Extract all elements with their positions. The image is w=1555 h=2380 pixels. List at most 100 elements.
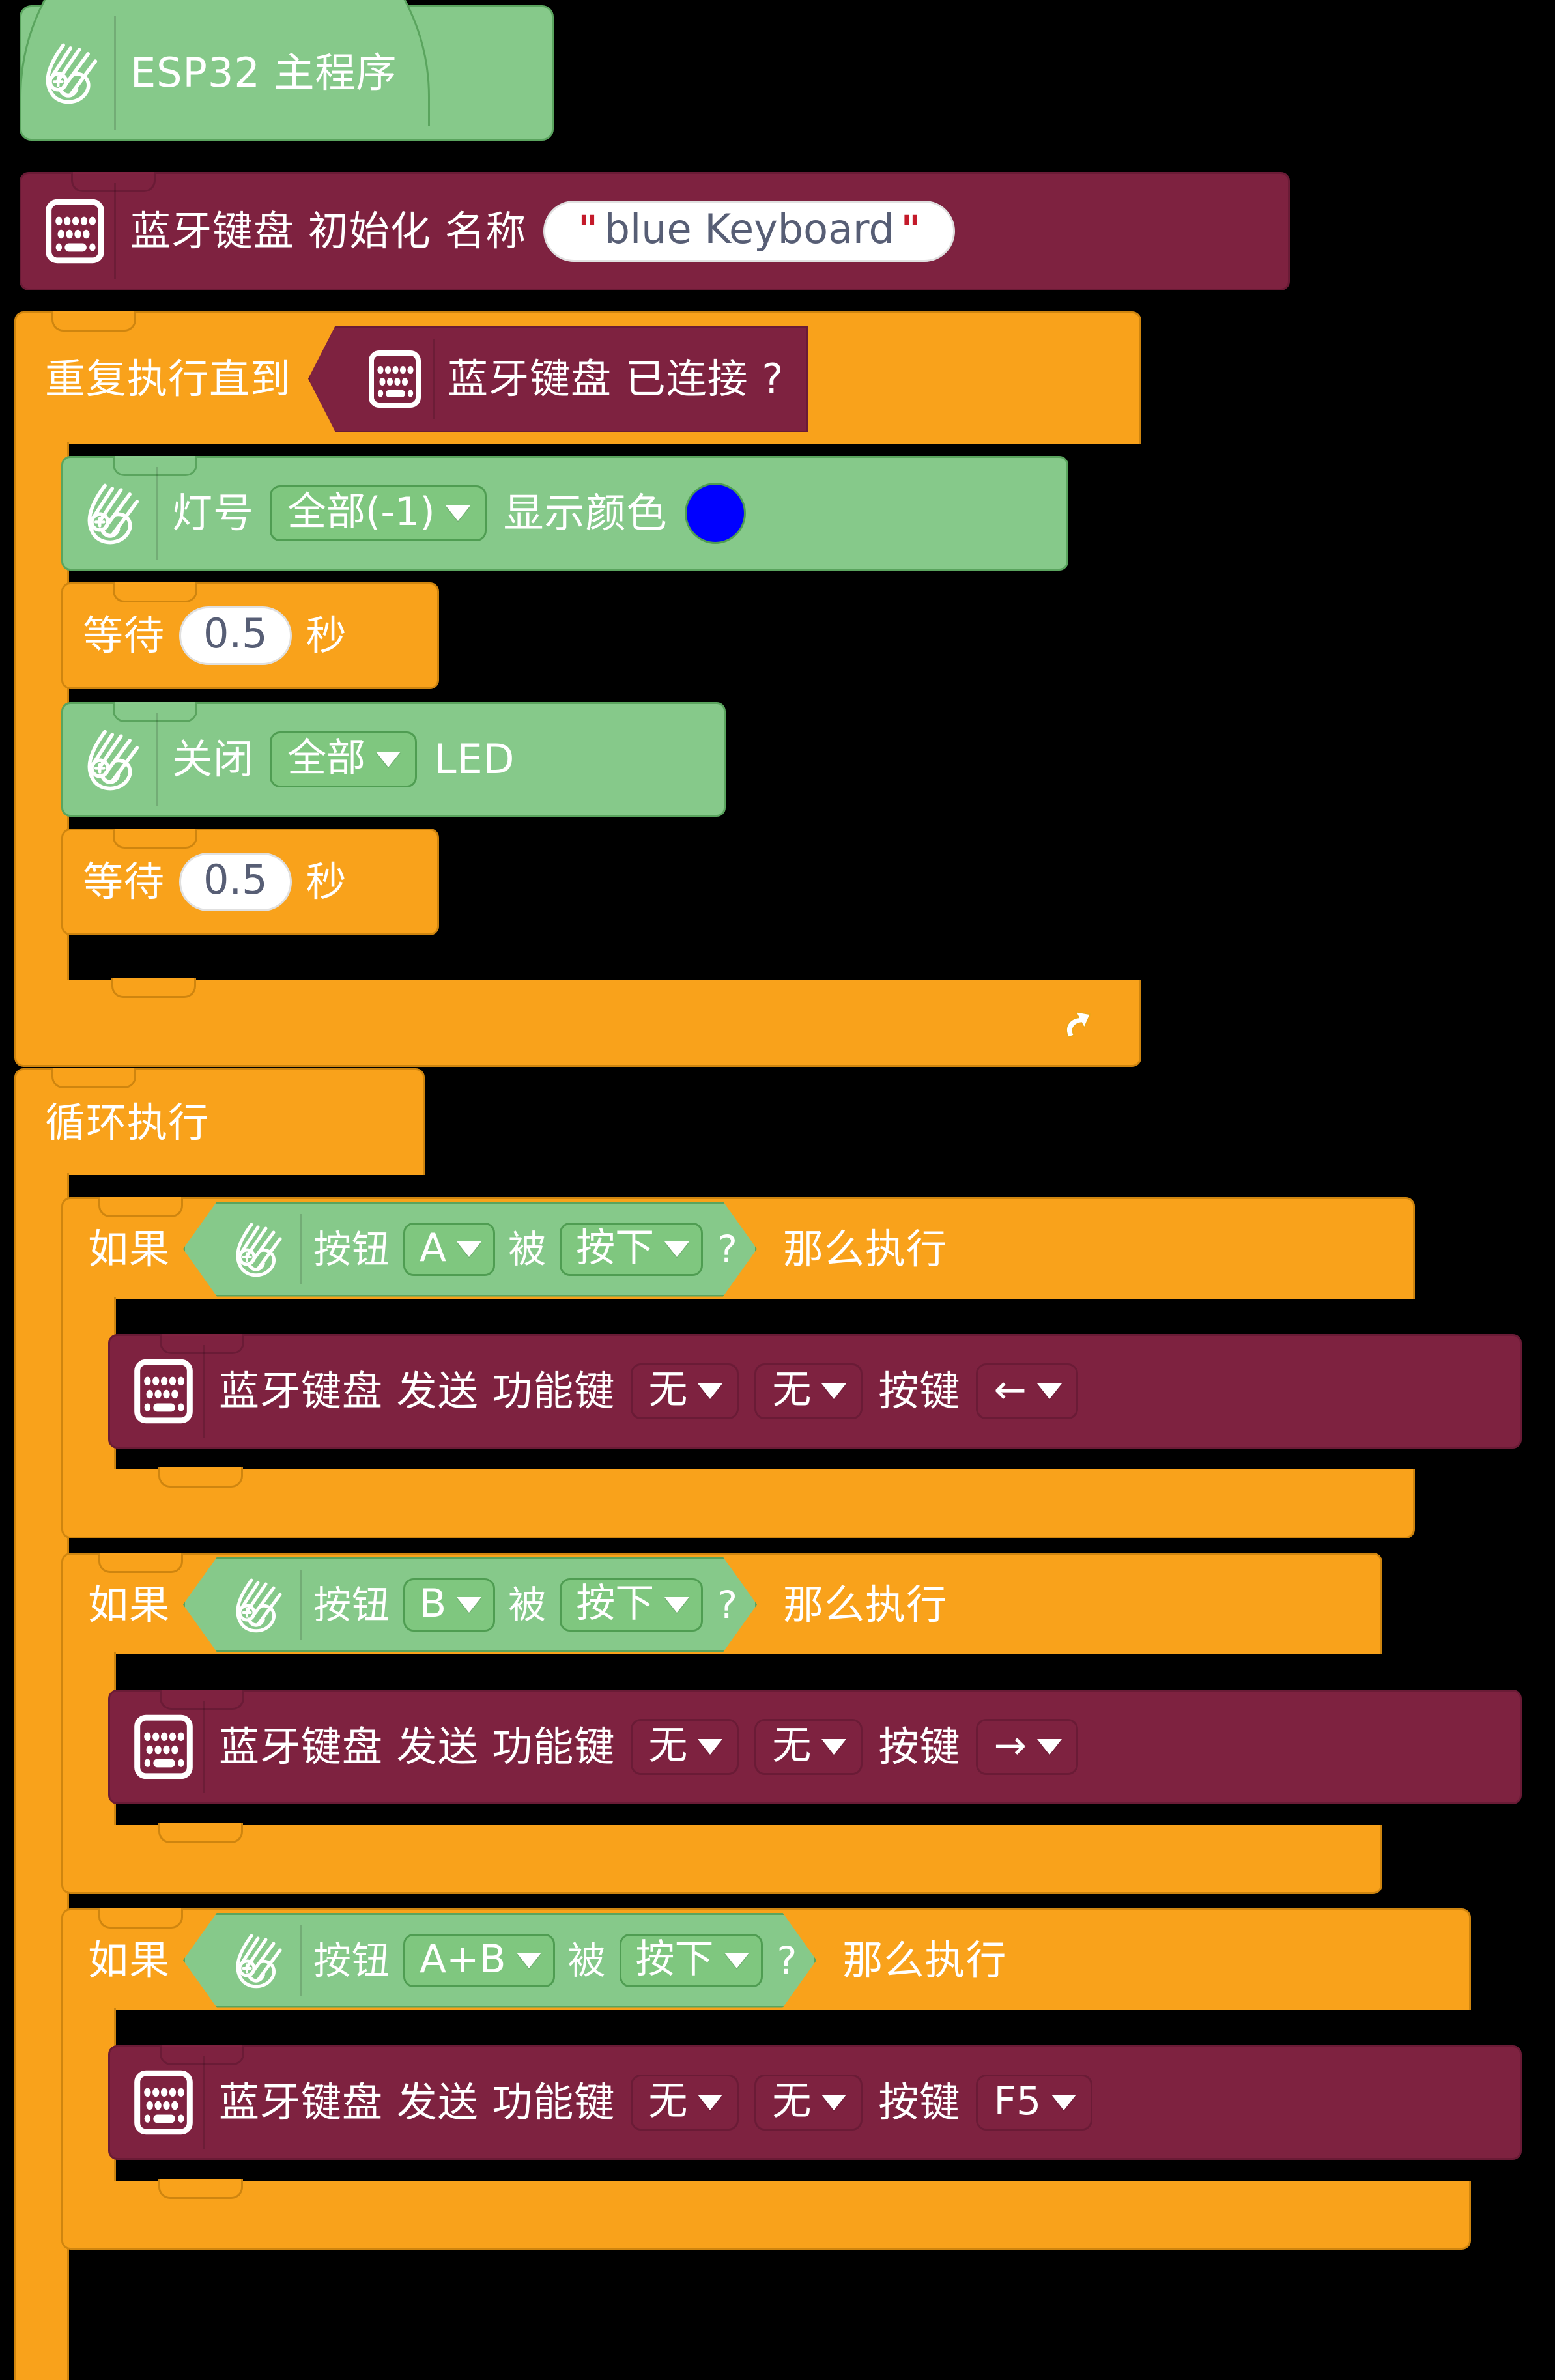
icon-divider [114,183,116,279]
button-select-dropdown-2[interactable]: B [403,1578,495,1632]
block-wait-seconds[interactable]: 等待 0.5 秒 [61,582,439,689]
wait-seconds-input[interactable]: 0.5 [179,853,292,911]
key-label: 按键 [878,2078,961,2126]
if-label: 如果 [88,1580,171,1628]
boolean-button-pressed-3[interactable]: 按钮 A+B 被 按下 ? [183,1913,816,2008]
color-swatch[interactable] [684,483,746,544]
chevron-down-icon [1036,1383,1062,1399]
keyboard-name-value: blue Keyboard [604,205,894,253]
modifier2-value: 无 [772,1367,812,1413]
block-bluetooth-keyboard-init[interactable]: 蓝牙键盘 初始化 名称 " blue Keyboard " [20,172,1290,290]
block-bluetooth-send-key-3[interactable]: 蓝牙键盘 发送 功能键 无 无 按键 F5 [108,2045,1522,2160]
bei-label: 被 [508,1226,547,1271]
icon-divider [156,467,158,560]
modifier1-dropdown-1[interactable]: 无 [631,1363,739,1419]
question-mark: ? [717,1226,738,1271]
chevron-down-icon [698,1739,723,1755]
bt-connected-label: 蓝牙键盘 已连接 ? [448,354,784,403]
button-state-dropdown-3[interactable]: 按下 [620,1934,763,1987]
then-label: 那么执行 [842,1936,1007,1984]
c-block-spine-forever-bottom [14,2250,69,2380]
modifier2-dropdown-1[interactable]: 无 [754,1363,863,1419]
inner-notch [158,1823,243,1843]
block-led-off[interactable]: 关闭 全部 LED [61,702,726,817]
button-select-value: A [420,1225,447,1271]
if-label: 如果 [88,1225,171,1273]
wait-seconds-input[interactable]: 0.5 [179,606,292,665]
key-dropdown-3[interactable]: F5 [976,2075,1093,2131]
button-state-value: 按下 [635,1936,714,1982]
icon-divider [300,1925,302,1996]
question-mark: ? [777,1938,798,1983]
icon-divider [114,16,116,130]
block-bluetooth-send-key-2[interactable]: 蓝牙键盘 发送 功能键 无 无 按键 → [108,1690,1522,1804]
c-block-footer-if-1 [61,1467,1415,1538]
block-wait-seconds[interactable]: 等待 0.5 秒 [61,829,439,935]
key-dropdown-2[interactable]: → [976,1719,1078,1775]
block-forever[interactable]: 循环执行 [14,1068,425,1175]
key-label: 按键 [878,1367,961,1415]
show-color-label: 显示颜色 [503,489,668,537]
key-value: F5 [993,2078,1042,2124]
button-select-dropdown-1[interactable]: A [403,1223,495,1276]
button-label: 按钮 [313,1938,391,1983]
button-select-value: A+B [420,1936,506,1982]
send-function-key-label: 蓝牙键盘 发送 功能键 [219,2078,616,2126]
modifier2-dropdown-2[interactable]: 无 [754,1719,863,1775]
chevron-down-icon [821,1739,847,1755]
button-state-dropdown-2[interactable]: 按下 [560,1578,703,1632]
mbuild-leaf-icon [229,1928,294,1993]
button-state-value: 按下 [576,1225,655,1271]
chevron-down-icon [1051,2095,1077,2110]
key-dropdown-1[interactable]: ← [976,1363,1078,1419]
icon-divider [203,2056,205,2149]
chevron-down-icon [517,1953,541,1968]
block-bluetooth-send-key-1[interactable]: 蓝牙键盘 发送 功能键 无 无 按键 ← [108,1334,1522,1449]
block-if-then-2[interactable]: 如果 按钮 B 被 按下 ? 那么执行 [61,1553,1382,1654]
block-if-then-1[interactable]: 如果 按钮 A 被 按下 ? 那么执行 [61,1197,1415,1299]
keyboard-icon [127,1355,200,1428]
if-label: 如果 [88,1936,171,1984]
led-index-value: 全部(-1) [287,489,435,535]
chevron-down-icon [457,1241,481,1257]
hat-block-esp32-main[interactable]: ESP32 主程序 [20,0,554,141]
seconds-unit-label: 秒 [306,612,347,659]
chevron-down-icon [698,1383,723,1399]
modifier1-dropdown-2[interactable]: 无 [631,1719,739,1775]
mbuild-leaf-icon [229,1572,294,1637]
icon-divider [156,713,158,806]
boolean-button-pressed-1[interactable]: 按钮 A 被 按下 ? [183,1202,757,1297]
loop-back-arrow-icon [1055,1000,1096,1042]
mbuild-leaf-icon [80,723,153,796]
block-repeat-until[interactable]: 重复执行直到 蓝牙键盘 已连接 ? [14,311,1141,444]
keyboard-icon [38,195,111,268]
icon-divider [203,1701,205,1793]
boolean-bluetooth-connected[interactable]: 蓝牙键盘 已连接 ? [308,325,808,432]
button-state-value: 按下 [576,1580,655,1626]
block-if-then-3[interactable]: 如果 按钮 A+B 被 按下 ? 那么执行 [61,1908,1471,2010]
c-block-footer-if-2 [61,1823,1382,1894]
led-number-label: 灯号 [172,489,255,537]
mbuild-leaf-icon [229,1217,294,1282]
led-index-dropdown[interactable]: 全部(-1) [270,485,487,541]
led-off-index-dropdown[interactable]: 全部 [270,731,418,787]
send-function-key-label: 蓝牙键盘 发送 功能键 [219,1723,616,1770]
modifier2-dropdown-3[interactable]: 无 [754,2075,863,2131]
c-block-footer-repeat[interactable] [14,978,1141,1067]
boolean-button-pressed-2[interactable]: 按钮 B 被 按下 ? [183,1557,757,1652]
icon-divider [300,1214,302,1284]
block-led-show-color[interactable]: 灯号 全部(-1) 显示颜色 [61,456,1068,571]
bei-label: 被 [508,1582,547,1627]
inner-notch [158,1467,243,1488]
then-label: 那么执行 [782,1225,947,1273]
modifier2-value: 无 [772,2078,812,2124]
quote-open: " [578,207,598,251]
button-state-dropdown-1[interactable]: 按下 [560,1223,703,1276]
button-select-value: B [420,1580,447,1626]
icon-divider [433,339,435,419]
button-select-dropdown-3[interactable]: A+B [403,1934,554,1987]
mbuild-leaf-icon [80,477,153,550]
modifier1-dropdown-3[interactable]: 无 [631,2075,739,2131]
hat-block-label: ESP32 主程序 [130,49,397,96]
keyboard-name-input[interactable]: " blue Keyboard " [543,201,956,262]
